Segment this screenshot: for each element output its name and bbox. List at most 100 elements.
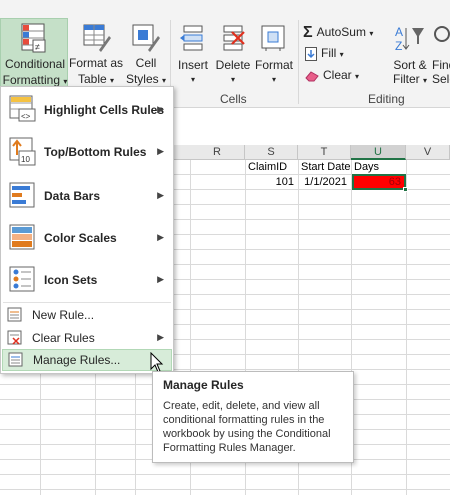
sort-filter-button[interactable]: A Z Sort & Filter ▾ bbox=[388, 18, 432, 88]
menu-item-highlight-cells-rules[interactable]: <> Highlight Cells Rules ▶ bbox=[2, 89, 172, 131]
format-as-table-label-2: Table bbox=[77, 72, 107, 86]
cell-u-header[interactable]: Days bbox=[354, 160, 379, 175]
column-header-u[interactable]: U bbox=[351, 145, 406, 160]
menu-label-color-scales: Color Scales bbox=[44, 231, 117, 245]
menu-label-top-bottom-rules: Top/Bottom Rules bbox=[44, 145, 147, 159]
tooltip-title: Manage Rules bbox=[163, 378, 244, 392]
menu-item-top-bottom-rules[interactable]: 10 Top/Bottom Rules ▶ bbox=[2, 131, 172, 173]
data-bars-icon bbox=[9, 182, 35, 208]
insert-icon bbox=[180, 25, 203, 51]
chevron-down-icon: ▾ bbox=[162, 76, 167, 85]
column-header-s[interactable]: S bbox=[245, 145, 298, 160]
chevron-down-icon: ▾ bbox=[271, 75, 276, 84]
cell-s-header[interactable]: ClaimID bbox=[248, 160, 287, 175]
chevron-right-icon: ▶ bbox=[157, 274, 164, 284]
cell-styles-button[interactable]: Cell Styles ▾ bbox=[124, 18, 168, 88]
fill-handle[interactable] bbox=[403, 187, 408, 192]
find-select-label-2: Sele bbox=[432, 72, 450, 86]
chevron-right-icon: ▶ bbox=[157, 104, 164, 114]
format-button[interactable]: Format ▾ bbox=[254, 18, 294, 88]
menu-label-clear-rules: Clear Rules bbox=[32, 331, 95, 345]
conditional-formatting-menu: <> Highlight Cells Rules ▶ 10 Top/Bottom… bbox=[0, 86, 174, 374]
conditional-formatting-label-1: Conditional bbox=[4, 57, 66, 71]
conditional-formatting-button[interactable]: ≠ Conditional Formatting ▾ bbox=[0, 18, 68, 88]
chevron-down-icon: ▾ bbox=[355, 72, 360, 81]
new-rule-icon bbox=[7, 307, 22, 322]
cell-styles-label-2: Styles bbox=[125, 72, 159, 86]
chevron-right-icon: ▶ bbox=[157, 332, 164, 342]
fill-label: Fill bbox=[321, 46, 337, 60]
sort-filter-label-2: Filter bbox=[392, 72, 420, 86]
tooltip-body: Create, edit, delete, and view all condi… bbox=[163, 400, 331, 454]
ribbon-top-strip bbox=[0, 0, 450, 17]
format-icon bbox=[261, 25, 285, 51]
sort-filter-label-2-wrap: Filter ▾ bbox=[388, 72, 432, 88]
autosum-label: AutoSum bbox=[316, 25, 366, 39]
conditional-formatting-label-2: Formatting bbox=[2, 73, 60, 87]
conditional-formatting-icon: ≠ bbox=[21, 23, 46, 53]
sort-filter-label-1: Sort & bbox=[393, 58, 427, 72]
menu-item-new-rule[interactable]: New Rule... bbox=[2, 304, 172, 326]
format-as-table-icon bbox=[83, 24, 111, 52]
clear-rules-icon bbox=[7, 330, 22, 345]
chevron-down-icon: ▾ bbox=[339, 50, 344, 59]
svg-text:10: 10 bbox=[21, 155, 30, 164]
find-select-label-1: Find bbox=[432, 58, 450, 72]
menu-label-data-bars: Data Bars bbox=[44, 189, 101, 203]
menu-item-data-bars[interactable]: Data Bars ▶ bbox=[2, 175, 172, 217]
manage-rules-tooltip: Manage Rules Create, edit, delete, and v… bbox=[152, 371, 354, 463]
chevron-right-icon: ▶ bbox=[157, 190, 164, 200]
magnifier-icon bbox=[434, 26, 450, 42]
menu-separator bbox=[3, 302, 171, 303]
sigma-icon: Σ bbox=[303, 23, 313, 41]
svg-text:<>: <> bbox=[21, 112, 31, 121]
chevron-down-icon: ▾ bbox=[190, 75, 195, 84]
find-select-button[interactable]: Find Sele bbox=[432, 18, 450, 88]
cells-group-label: Cells bbox=[220, 92, 247, 106]
format-as-table-label-1: Format as bbox=[68, 56, 123, 70]
cell-t-value[interactable]: 1/1/2021 bbox=[298, 175, 350, 190]
delete-icon bbox=[223, 25, 245, 51]
svg-text:A: A bbox=[395, 25, 403, 39]
menu-item-icon-sets[interactable]: Icon Sets ▶ bbox=[2, 259, 172, 301]
clear-button[interactable]: Clear ▾ bbox=[305, 65, 359, 85]
chevron-right-icon: ▶ bbox=[157, 232, 164, 242]
chevron-down-icon: ▾ bbox=[230, 75, 235, 84]
editing-group-label: Editing bbox=[368, 92, 405, 106]
cell-u-value-highlighted[interactable]: 63 bbox=[352, 174, 406, 190]
delete-button[interactable]: Delete ▾ bbox=[214, 18, 252, 88]
insert-label: Insert bbox=[177, 58, 208, 72]
menu-label-manage-rules: Manage Rules... bbox=[33, 353, 121, 367]
color-scales-icon bbox=[9, 224, 35, 250]
autosum-button[interactable]: Σ AutoSum ▾ bbox=[303, 22, 373, 42]
manage-rules-icon bbox=[8, 352, 23, 367]
cell-styles-icon bbox=[132, 24, 160, 52]
delete-label: Delete bbox=[215, 58, 251, 72]
fill-down-icon bbox=[305, 46, 317, 61]
column-header-v[interactable]: V bbox=[406, 145, 450, 160]
sort-filter-icon: A Z bbox=[395, 25, 424, 53]
format-label: Format bbox=[254, 58, 293, 72]
svg-text:Z: Z bbox=[395, 39, 402, 53]
chevron-right-icon: ▶ bbox=[157, 146, 164, 156]
top-bottom-rules-icon: 10 bbox=[9, 137, 36, 166]
ribbon-separator bbox=[298, 20, 299, 104]
menu-label-icon-sets: Icon Sets bbox=[44, 273, 98, 287]
eraser-icon bbox=[305, 71, 319, 82]
clear-label: Clear bbox=[323, 68, 352, 82]
format-as-table-button[interactable]: Format as Table ▾ bbox=[68, 18, 124, 88]
menu-item-manage-rules[interactable]: Manage Rules... bbox=[2, 349, 172, 371]
column-header-r[interactable]: R bbox=[190, 145, 245, 160]
menu-label-highlight-cells-rules: Highlight Cells Rules bbox=[44, 103, 165, 117]
menu-item-clear-rules[interactable]: Clear Rules ▶ bbox=[2, 327, 172, 349]
chevron-down-icon: ▾ bbox=[423, 76, 428, 85]
cell-s-value[interactable]: 101 bbox=[245, 175, 297, 190]
fill-button[interactable]: Fill ▾ bbox=[305, 43, 344, 63]
chevron-down-icon: ▾ bbox=[369, 29, 374, 38]
insert-button[interactable]: Insert ▾ bbox=[174, 18, 212, 88]
chevron-down-icon: ▾ bbox=[63, 77, 68, 86]
column-header-t[interactable]: T bbox=[298, 145, 351, 160]
cell-t-header[interactable]: Start Date bbox=[301, 160, 351, 175]
menu-item-color-scales[interactable]: Color Scales ▶ bbox=[2, 217, 172, 259]
cell-styles-label-1: Cell bbox=[135, 56, 157, 70]
